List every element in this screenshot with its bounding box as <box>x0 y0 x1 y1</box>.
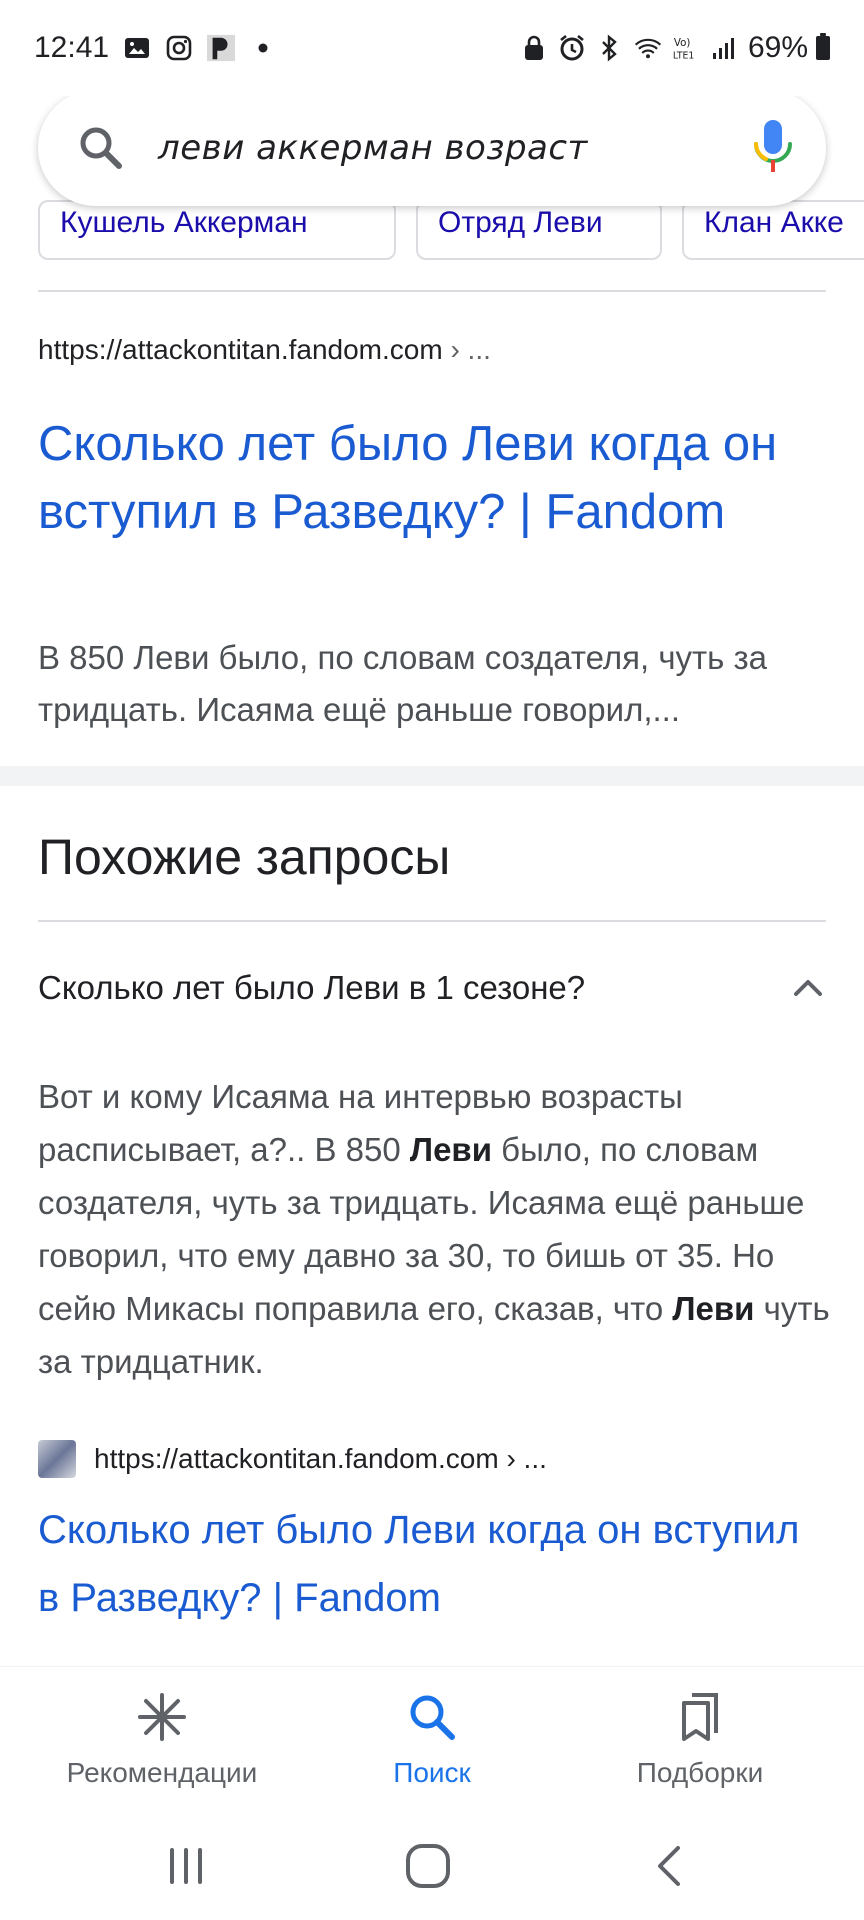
battery-indicator: 69% <box>748 31 830 65</box>
section-separator <box>0 766 864 786</box>
lock-icon <box>520 34 548 62</box>
answer-bold: Леви <box>672 1290 755 1327</box>
answer-source-title-link[interactable]: Сколько лет было Леви когда он вступил в… <box>38 1496 818 1632</box>
gallery-icon <box>123 34 151 62</box>
asterisk-icon <box>138 1693 186 1741</box>
instagram-icon <box>165 34 193 62</box>
chip-item[interactable]: Отряд Леви <box>416 200 662 260</box>
search-icon <box>410 1695 455 1740</box>
nav-label: Подборки <box>636 1757 764 1788</box>
faq-question-text: Сколько лет было Леви в 1 сезоне? <box>38 969 586 1006</box>
result-title-link[interactable]: Сколько лет было Леви когда он вступил в… <box>38 410 818 546</box>
nav-label: Поиск <box>393 1757 471 1788</box>
p-app-icon <box>207 34 236 62</box>
answer-source-url: https://attackontitan.fandom.com <box>94 1443 499 1474</box>
bluetooth-icon <box>596 34 624 62</box>
bottom-nav: Рекомендации Поиск Подборки <box>0 1666 864 1806</box>
related-heading: Похожие запросы <box>38 829 451 885</box>
result-url-suffix: › ... <box>450 334 491 365</box>
collections-icon <box>682 1693 718 1741</box>
result-url-text: https://attackontitan.fandom.com <box>38 334 443 365</box>
status-bar: 12:41 Vo) LTE1 69% <box>0 0 864 96</box>
signal-icon <box>710 34 738 62</box>
divider <box>38 290 826 292</box>
chip-item[interactable]: Клан Акке <box>682 200 864 260</box>
nav-item-search[interactable]: Поиск <box>312 1691 552 1789</box>
answer-source-suffix: › ... <box>506 1443 547 1474</box>
nav-item-collections[interactable]: Подборки <box>580 1691 820 1789</box>
chip-item[interactable]: Кушель Аккерман <box>38 200 396 260</box>
nav-label: Рекомендации <box>66 1757 258 1788</box>
related-chips: Кушель Аккерман Отряд Леви Клан Акке <box>38 200 864 260</box>
back-icon[interactable] <box>640 1836 700 1896</box>
recent-apps-icon[interactable] <box>156 1836 216 1896</box>
alarm-icon <box>558 34 586 62</box>
nav-item-recommendations[interactable]: Рекомендации <box>42 1691 282 1789</box>
divider <box>38 920 826 922</box>
volte-icon: Vo) LTE1 <box>672 34 700 62</box>
wifi-icon <box>634 34 662 62</box>
battery-icon <box>816 33 830 60</box>
svg-text:LTE1: LTE1 <box>673 50 695 61</box>
search-bar[interactable]: леви аккерман возраст <box>38 90 826 206</box>
faq-answer: Вот и кому Исаяма на интервью возрасты р… <box>38 1070 838 1388</box>
page: 12:41 Vo) LTE1 69% Кушель Аккерман Отряд… <box>0 0 864 1920</box>
system-nav-bar <box>0 1806 864 1920</box>
chevron-up-icon[interactable] <box>790 970 826 1006</box>
svg-text:Vo): Vo) <box>674 37 691 49</box>
faq-question[interactable]: Сколько лет было Леви в 1 сезоне? <box>38 960 826 1016</box>
answer-source[interactable]: https://attackontitan.fandom.com › ... <box>38 1440 547 1478</box>
microphone-icon[interactable] <box>750 118 796 178</box>
search-query[interactable]: леви аккерман возраст <box>158 128 588 168</box>
answer-bold: Леви <box>409 1131 493 1168</box>
status-time: 12:41 <box>34 31 110 64</box>
battery-percent: 69% <box>747 31 808 64</box>
result-snippet: В 850 Леви было, по словам создателя, чу… <box>38 639 767 728</box>
home-icon[interactable] <box>398 1836 458 1896</box>
result-url[interactable]: https://attackontitan.fandom.com › ... <box>38 334 491 366</box>
notification-dot-icon <box>249 34 277 62</box>
site-favicon <box>38 1440 76 1478</box>
search-icon <box>80 127 122 169</box>
